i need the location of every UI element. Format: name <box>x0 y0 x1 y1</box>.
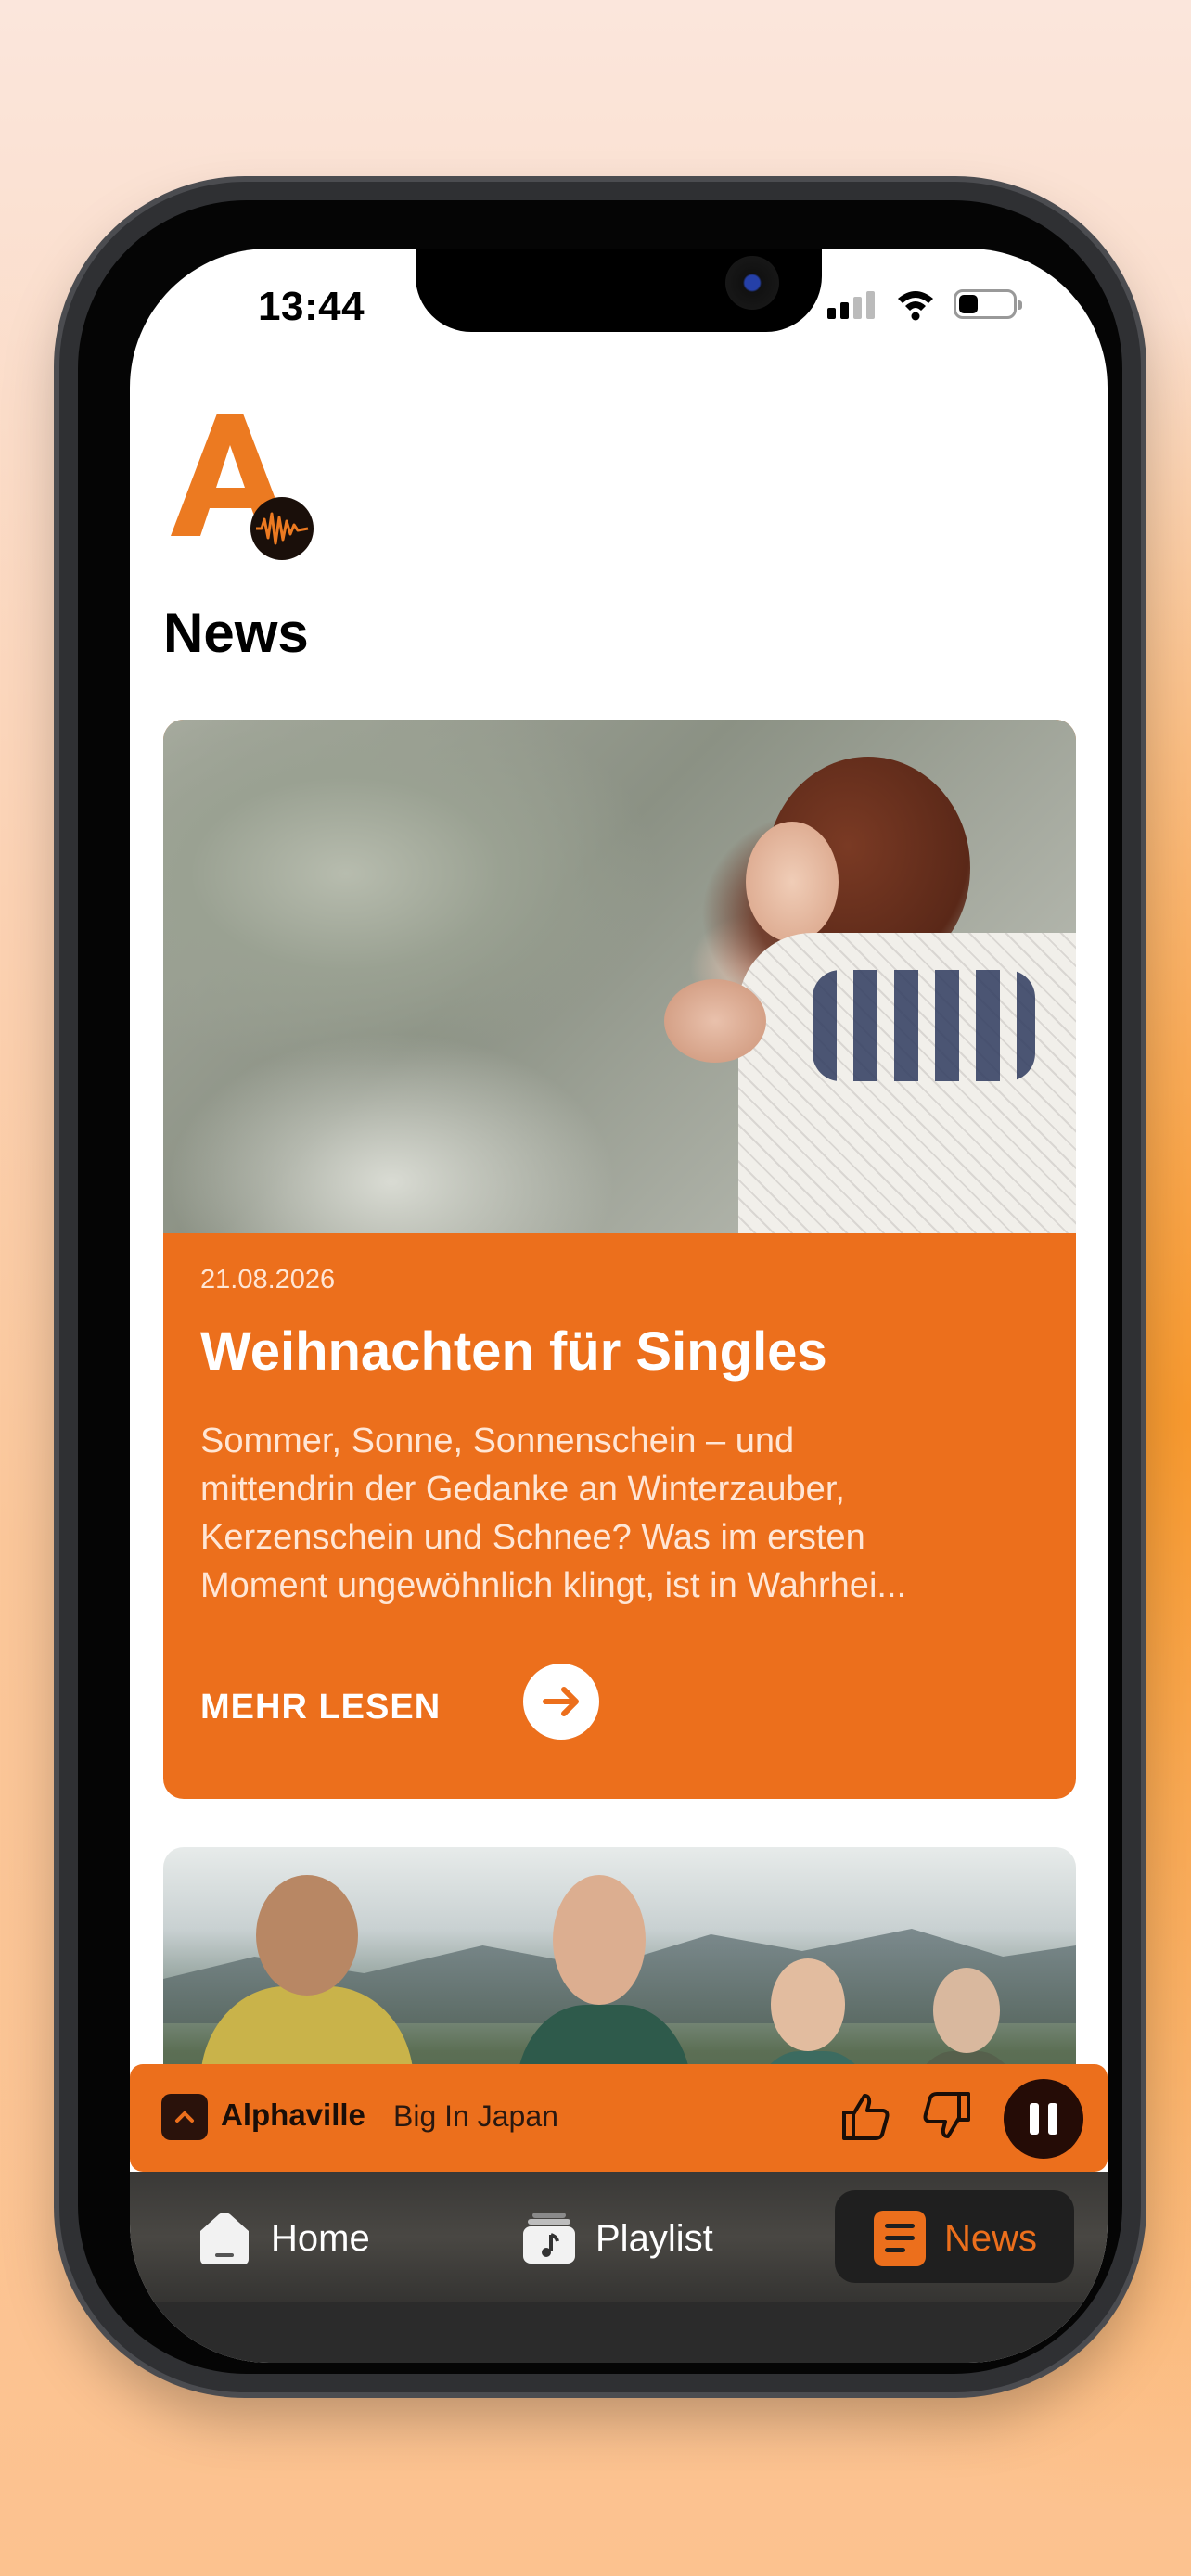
news-excerpt-line: Sommer, Sonne, Sonnenschein – und <box>200 1422 795 1460</box>
news-card-image <box>163 720 1076 1233</box>
now-playing-bar[interactable]: Alphaville Big In Japan <box>130 2064 1108 2172</box>
thumbs-up-icon[interactable] <box>837 2088 892 2144</box>
screen: 13:44 News 21.08.2026 Weihnachten für Si… <box>130 249 1108 2363</box>
tab-playlist[interactable]: Playlist <box>510 2190 742 2283</box>
tab-news-label: News <box>944 2218 1038 2259</box>
news-title: Weihnachten für Singles <box>200 1321 827 1382</box>
app-logo <box>171 414 314 560</box>
news-excerpt-line: mittendrin der Gedanke an Winterzauber, <box>200 1470 845 1509</box>
tab-news[interactable]: News <box>835 2190 1074 2283</box>
wifi-icon <box>898 291 933 321</box>
phone-frame: 13:44 News 21.08.2026 Weihnachten für Si… <box>59 182 1141 2392</box>
read-more-link[interactable]: MEHR LESEN <box>200 1688 441 1728</box>
status-time: 13:44 <box>258 284 365 329</box>
read-more-button[interactable] <box>523 1664 599 1740</box>
thumbs-down-icon[interactable] <box>920 2088 976 2144</box>
playlist-icon <box>523 2213 575 2264</box>
player-song: Big In Japan <box>393 2099 558 2133</box>
news-excerpt-line: Kerzenschein und Schnee? Was im ersten <box>200 1518 865 1557</box>
player-artist: Alphaville <box>221 2098 365 2132</box>
battery-icon <box>954 289 1022 319</box>
cellular-signal-icon <box>827 291 876 319</box>
arrow-right-icon <box>543 1687 579 1716</box>
home-indicator-area <box>130 2302 1108 2363</box>
phone-bezel: 13:44 News 21.08.2026 Weihnachten für Si… <box>78 200 1122 2374</box>
tab-home-label: Home <box>271 2218 370 2259</box>
expand-player-button[interactable] <box>161 2094 208 2140</box>
home-icon <box>200 2213 249 2264</box>
camera-icon <box>725 256 779 310</box>
tab-playlist-label: Playlist <box>596 2218 713 2259</box>
news-date: 21.08.2026 <box>200 1265 336 1294</box>
dynamic-island <box>416 249 822 332</box>
news-excerpt: Sommer, Sonne, Sonnenschein – und mitten… <box>200 1417 1044 1610</box>
tab-home[interactable]: Home <box>186 2190 399 2283</box>
chevron-up-icon <box>175 2111 194 2123</box>
tab-bar: Home Playlist News <box>130 2172 1108 2302</box>
page-title: News <box>163 602 309 664</box>
news-excerpt-line: Moment ungewöhnlich klingt, ist in Wahrh… <box>200 1566 907 1605</box>
news-icon <box>874 2211 926 2266</box>
news-card[interactable]: 21.08.2026 Weihnachten für Singles Somme… <box>163 720 1076 1799</box>
pause-button[interactable] <box>1004 2079 1083 2159</box>
